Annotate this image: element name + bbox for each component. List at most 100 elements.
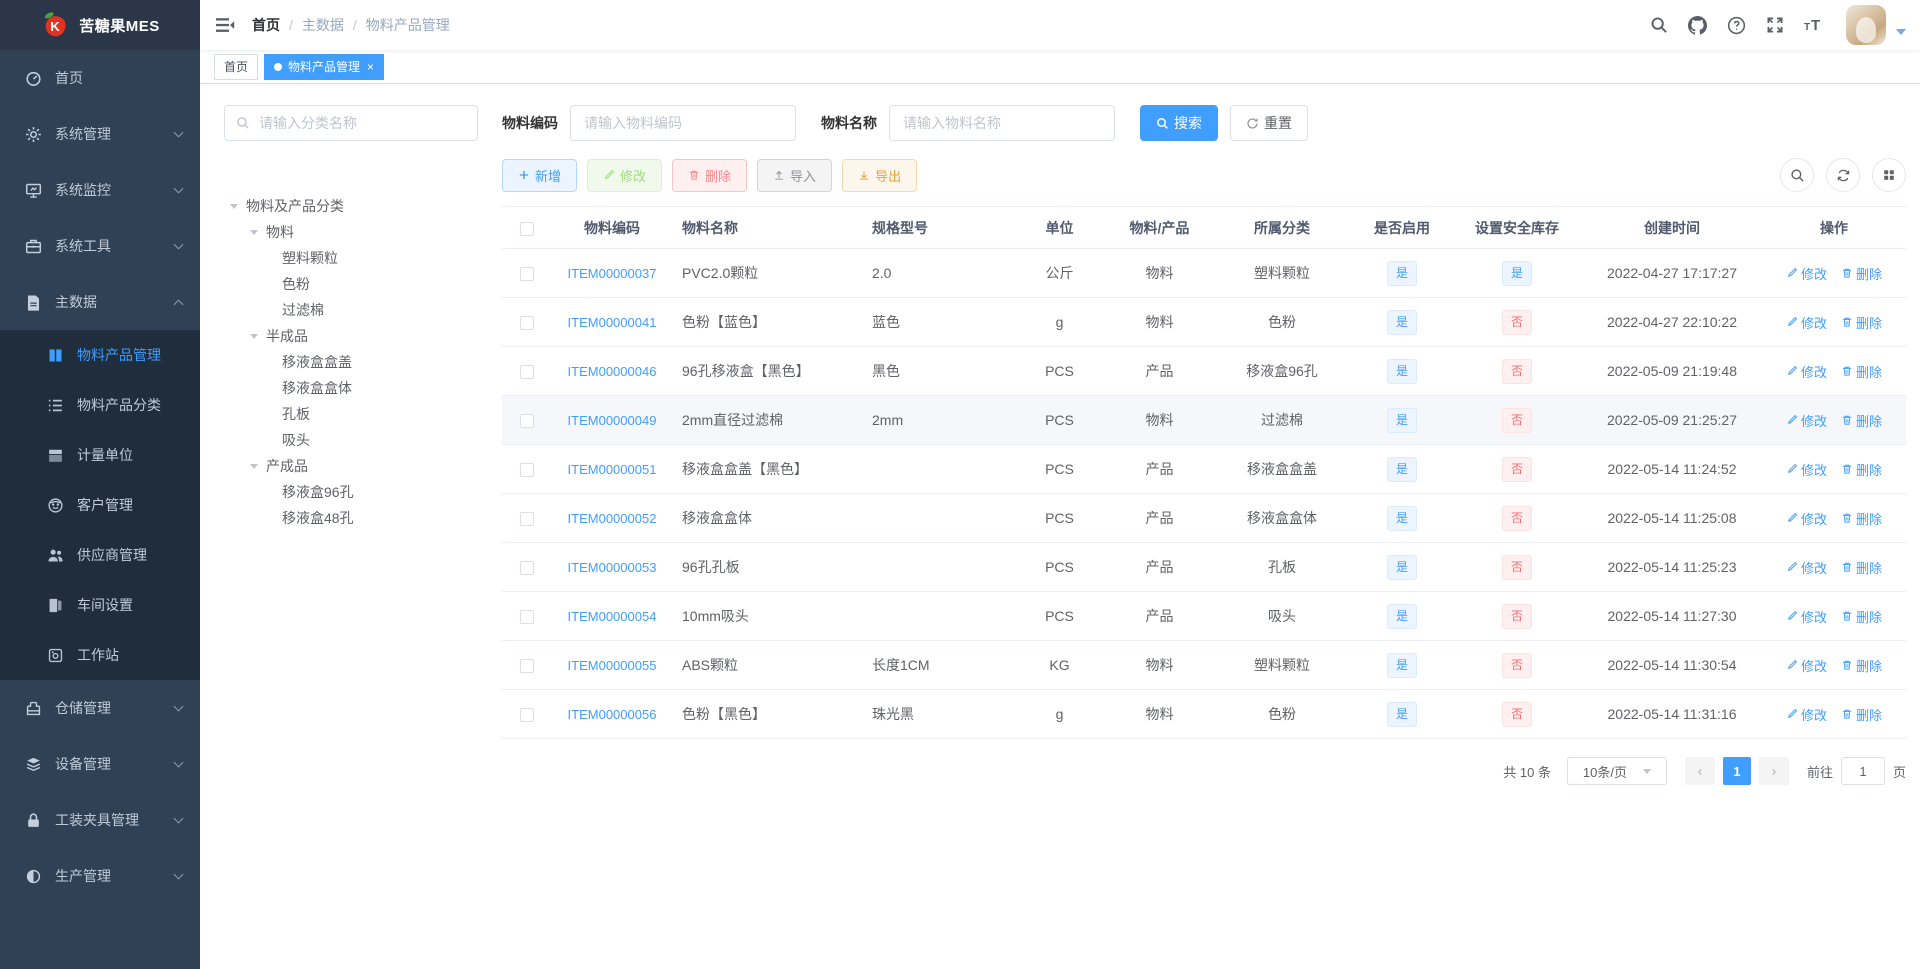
tag-home[interactable]: 首页	[214, 53, 259, 80]
tree-search-input[interactable]	[257, 114, 466, 132]
refresh-table-icon[interactable]	[1826, 158, 1860, 192]
row-delete-button[interactable]: 删除	[1841, 411, 1882, 430]
user-avatar[interactable]	[1846, 5, 1886, 45]
sidebar-item-active[interactable]: 物料产品管理	[0, 330, 200, 380]
tag-close-icon[interactable]: ×	[367, 61, 374, 73]
tree-node[interactable]: 物料	[224, 219, 478, 245]
help-icon[interactable]	[1717, 0, 1756, 50]
row-delete-button[interactable]: 删除	[1841, 362, 1882, 381]
row-delete-button[interactable]: 删除	[1841, 264, 1882, 283]
edit-button[interactable]: 修改	[587, 158, 663, 192]
row-edit-button[interactable]: 修改	[1786, 558, 1827, 577]
row-checkbox[interactable]	[520, 316, 534, 331]
tree-node[interactable]: 半成品	[224, 323, 478, 349]
sidebar-item-12[interactable]: 仓储管理	[0, 680, 200, 736]
material-code-link[interactable]: ITEM00000053	[568, 560, 657, 575]
row-delete-button[interactable]: 删除	[1841, 313, 1882, 332]
sidebar-item-15[interactable]: 生产管理	[0, 848, 200, 904]
tree-node[interactable]: 色粉	[224, 271, 478, 297]
import-button[interactable]: 导入	[757, 158, 833, 192]
current-page-button[interactable]: 1	[1722, 757, 1751, 785]
header-search-icon[interactable]	[1640, 0, 1678, 50]
row-edit-button[interactable]: 修改	[1786, 264, 1827, 283]
material-code-link[interactable]: ITEM00000051	[568, 462, 657, 477]
sidebar-item-6[interactable]: 物料产品分类	[0, 380, 200, 430]
col-header-enabled[interactable]: 是否启用	[1352, 218, 1452, 238]
tree-node[interactable]: 过滤棉	[224, 297, 478, 323]
material-code-input[interactable]	[582, 114, 784, 132]
sidebar-item-4[interactable]: 主数据	[0, 274, 200, 330]
delete-button[interactable]: 删除	[672, 158, 748, 192]
row-edit-button[interactable]: 修改	[1786, 460, 1827, 479]
row-delete-button[interactable]: 删除	[1841, 460, 1882, 479]
tree-node[interactable]: 移液盒盒盖	[224, 349, 478, 375]
row-delete-button[interactable]: 删除	[1841, 607, 1882, 626]
material-name-field[interactable]	[889, 105, 1115, 141]
sidebar-item-8[interactable]: 客户管理	[0, 480, 200, 530]
tree-expand-caret-icon[interactable]	[250, 463, 258, 469]
row-checkbox[interactable]	[520, 610, 534, 625]
material-code-link[interactable]: ITEM00000041	[568, 315, 657, 330]
tree-expand-caret-icon[interactable]	[230, 203, 238, 209]
sidebar-item-0[interactable]: 首页	[0, 50, 200, 106]
hamburger-icon[interactable]	[200, 0, 250, 50]
toggle-search-icon[interactable]	[1780, 158, 1814, 192]
prev-page-button[interactable]: ‹	[1684, 757, 1715, 785]
material-code-link[interactable]: ITEM00000055	[568, 658, 657, 673]
tag-material-management[interactable]: 物料产品管理 ×	[264, 53, 385, 80]
material-code-link[interactable]: ITEM00000054	[568, 609, 657, 624]
page-size-select[interactable]: 10条/页	[1566, 757, 1667, 785]
material-code-field[interactable]	[570, 105, 796, 141]
row-checkbox[interactable]	[520, 414, 534, 429]
material-code-link[interactable]: ITEM00000049	[568, 413, 657, 428]
row-edit-button[interactable]: 修改	[1786, 607, 1827, 626]
sidebar-item-9[interactable]: 供应商管理	[0, 530, 200, 580]
row-edit-button[interactable]: 修改	[1786, 656, 1827, 675]
tree-expand-caret-icon[interactable]	[250, 333, 258, 339]
sidebar-item-7[interactable]: 计量单位	[0, 430, 200, 480]
column-settings-icon[interactable]	[1872, 158, 1906, 192]
fullscreen-icon[interactable]	[1756, 0, 1794, 50]
row-checkbox[interactable]	[520, 659, 534, 674]
breadcrumb-home[interactable]: 首页	[252, 15, 280, 35]
goto-page-input[interactable]	[1840, 757, 1885, 785]
tree-search-field[interactable]	[224, 105, 478, 141]
row-checkbox[interactable]	[520, 365, 534, 380]
tree-node[interactable]: 移液盒96孔	[224, 479, 478, 505]
material-code-link[interactable]: ITEM00000056	[568, 707, 657, 722]
search-button[interactable]: 搜索	[1140, 105, 1218, 141]
breadcrumb-master-data[interactable]: 主数据	[302, 15, 344, 35]
row-checkbox[interactable]	[520, 267, 534, 282]
next-page-button[interactable]: ›	[1758, 757, 1789, 785]
tree-expand-caret-icon[interactable]	[250, 229, 258, 235]
row-checkbox[interactable]	[520, 708, 534, 723]
row-edit-button[interactable]: 修改	[1786, 411, 1827, 430]
avatar-caret-down-icon[interactable]	[1896, 29, 1906, 35]
col-header-spec[interactable]: 规格型号	[862, 218, 1012, 238]
add-button[interactable]: 新增	[502, 158, 578, 192]
tree-node[interactable]: 孔板	[224, 401, 478, 427]
row-checkbox[interactable]	[520, 512, 534, 527]
col-header-name[interactable]: 物料名称	[672, 218, 862, 238]
tree-node[interactable]: 移液盒盒体	[224, 375, 478, 401]
material-code-link[interactable]: ITEM00000052	[568, 511, 657, 526]
tree-node[interactable]: 产成品	[224, 453, 478, 479]
select-all-checkbox[interactable]	[520, 221, 534, 236]
github-icon[interactable]	[1678, 0, 1717, 50]
material-code-link[interactable]: ITEM00000037	[568, 266, 657, 281]
row-delete-button[interactable]: 删除	[1841, 656, 1882, 675]
row-edit-button[interactable]: 修改	[1786, 509, 1827, 528]
row-edit-button[interactable]: 修改	[1786, 362, 1827, 381]
col-header-created[interactable]: 创建时间	[1582, 218, 1762, 238]
col-header-safety[interactable]: 设置安全库存	[1452, 218, 1582, 238]
tree-node[interactable]: 物料及产品分类	[224, 193, 478, 219]
sidebar-item-3[interactable]: 系统工具	[0, 218, 200, 274]
reset-button[interactable]: 重置	[1230, 105, 1308, 141]
sidebar-item-14[interactable]: 工装夹具管理	[0, 792, 200, 848]
tree-node[interactable]: 塑料颗粒	[224, 245, 478, 271]
col-header-category[interactable]: 所属分类	[1212, 218, 1352, 238]
row-delete-button[interactable]: 删除	[1841, 509, 1882, 528]
sidebar-item-2[interactable]: 系统监控	[0, 162, 200, 218]
material-code-link[interactable]: ITEM00000046	[568, 364, 657, 379]
sidebar-item-11[interactable]: 工作站	[0, 630, 200, 680]
